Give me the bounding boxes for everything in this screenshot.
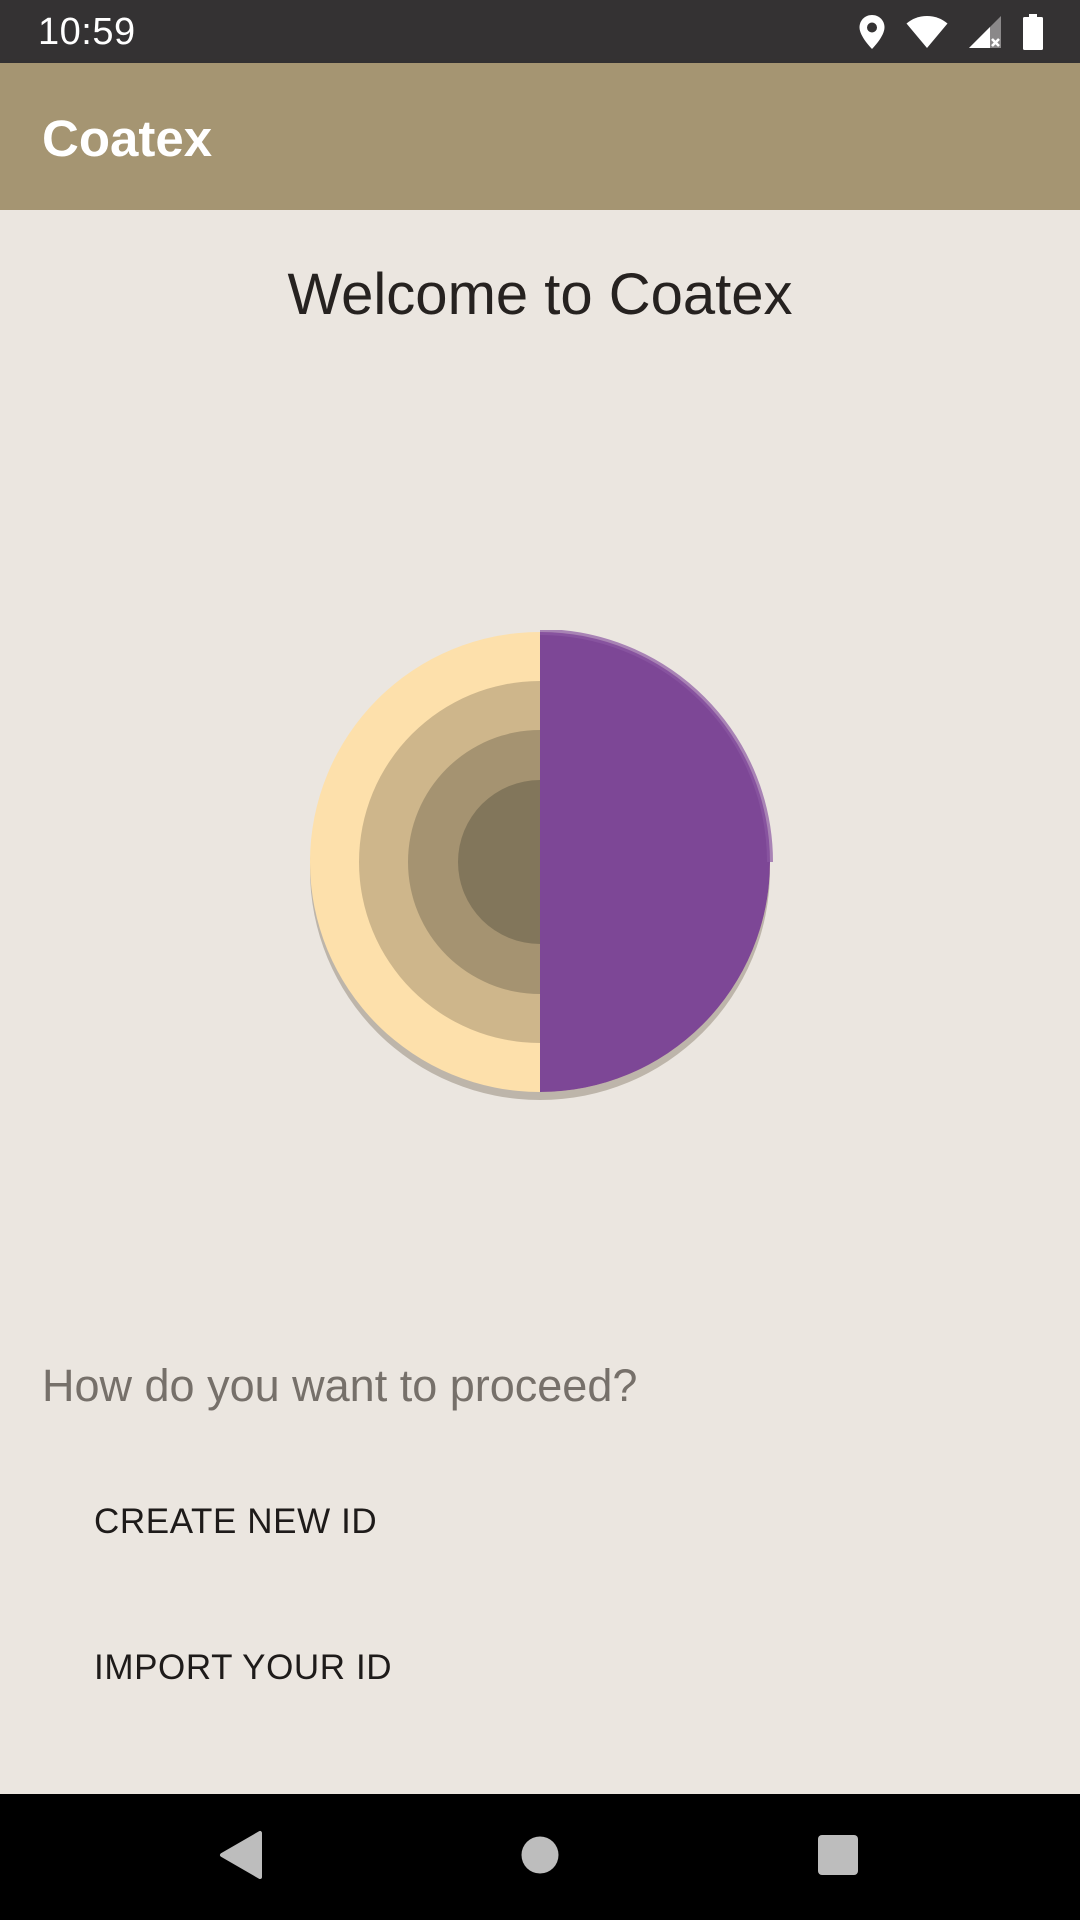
home-icon [520,1835,560,1880]
proceed-question: How do you want to proceed? [42,1360,638,1411]
import-your-id-button[interactable]: IMPORT YOUR ID [78,1620,408,1716]
app-bar: Coatex [0,63,1080,210]
wifi-icon [906,15,948,49]
status-icons [858,12,1044,52]
battery-icon [1022,14,1044,50]
navigation-bar [0,1794,1080,1920]
back-icon [218,1830,262,1885]
home-button[interactable] [470,1794,610,1920]
cell-signal-icon [968,15,1002,49]
location-icon [858,14,886,50]
status-time: 10:59 [38,11,136,53]
logo-right-half [540,632,770,1092]
main-content: Welcome to Coatex How do you want to pro… [0,210,1080,1794]
status-bar: 10:59 [0,0,1080,63]
recents-icon [817,1834,859,1881]
back-button[interactable] [170,1794,310,1920]
coatex-logo [308,629,774,1100]
welcome-heading: Welcome to Coatex [287,262,793,327]
recents-button[interactable] [768,1794,908,1920]
app-title: Coatex [42,110,213,167]
create-new-id-button[interactable]: CREATE NEW ID [78,1474,393,1570]
